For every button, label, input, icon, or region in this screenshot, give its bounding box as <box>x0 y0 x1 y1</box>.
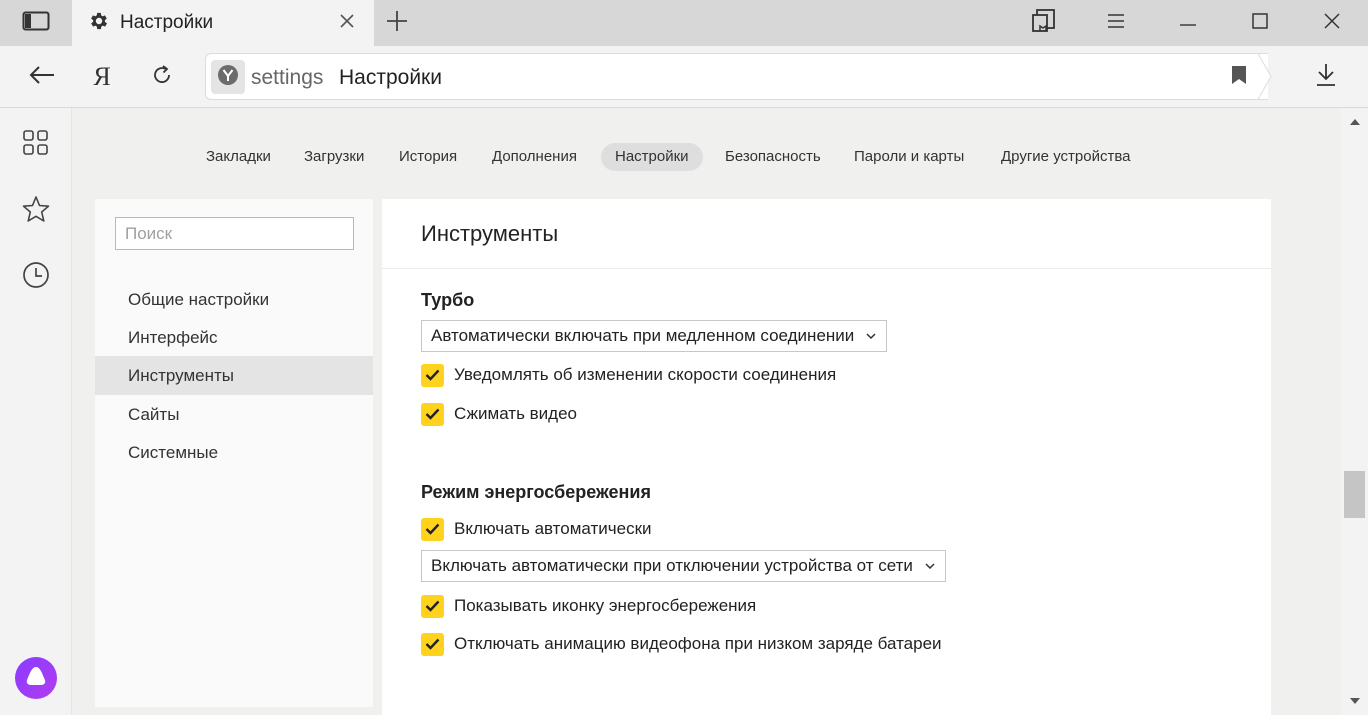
turbo-mode-value: Автоматически включать при медленном сое… <box>431 326 855 345</box>
scroll-up-button[interactable] <box>1347 113 1363 129</box>
checkbox-label: Включать автоматически <box>454 519 652 538</box>
compress-video-checkbox[interactable]: Сжимать видео <box>421 402 577 426</box>
address-bar-arrow <box>1256 53 1272 100</box>
grid-icon <box>23 129 49 161</box>
alice-icon <box>24 665 48 692</box>
checkbox-label: Уведомлять об изменении скорости соедине… <box>454 365 837 384</box>
notify-speed-change-checkbox[interactable]: Уведомлять об изменении скорости соедине… <box>421 363 836 387</box>
maximize-icon <box>1252 12 1268 34</box>
show-power-icon-checkbox[interactable]: Показывать иконку энергосбережения <box>421 594 756 618</box>
settings-search-input[interactable] <box>115 217 354 250</box>
sidebar-item-system[interactable]: Системные <box>95 433 373 472</box>
sidebar-item-sites[interactable]: Сайты <box>95 395 373 434</box>
window-close-icon <box>1324 12 1340 34</box>
url-page-title: Настройки <box>339 66 442 89</box>
turbo-heading: Турбо <box>421 290 475 310</box>
reload-icon <box>151 64 173 91</box>
power-saving-auto-checkbox[interactable]: Включать автоматически <box>421 517 652 541</box>
nav-extensions[interactable]: Дополнения <box>478 143 591 171</box>
page-scrollbar[interactable] <box>1341 109 1368 715</box>
active-tab[interactable]: Настройки <box>72 0 374 46</box>
triangle-down-icon <box>1350 692 1360 710</box>
title-bar: Настройки <box>0 0 1368 46</box>
chevron-down-icon <box>925 563 935 569</box>
sidebar-item-interface[interactable]: Интерфейс <box>95 318 373 357</box>
reload-button[interactable] <box>138 46 186 108</box>
yandex-home-button[interactable]: Я <box>78 46 126 108</box>
chevron-down-icon <box>866 333 876 339</box>
back-button[interactable] <box>18 46 66 108</box>
back-arrow-icon <box>29 65 55 90</box>
checkbox-label: Отключать анимацию видеофона при низком … <box>454 634 942 653</box>
checkbox-checked <box>421 402 444 426</box>
gear-icon <box>88 10 110 37</box>
collections-button[interactable] <box>1014 0 1074 46</box>
nav-history[interactable]: История <box>385 143 471 171</box>
bookmark-button[interactable] <box>1224 62 1254 92</box>
clock-icon <box>22 261 50 294</box>
disable-video-bg-animation-checkbox[interactable]: Отключать анимацию видеофона при низком … <box>421 632 942 656</box>
new-tab-button[interactable] <box>382 8 412 38</box>
toolbar: Я settings Настройки <box>0 46 1368 108</box>
power-saving-heading: Режим энергосбережения <box>421 482 651 502</box>
close-icon <box>340 13 354 33</box>
collections-icon <box>1031 8 1057 39</box>
settings-page: Закладки Загрузки История Дополнения Нас… <box>73 109 1341 715</box>
tab-title: Настройки <box>120 12 214 33</box>
nav-downloads[interactable]: Загрузки <box>290 143 378 171</box>
tabs-panel-button[interactable] <box>0 0 72 46</box>
nav-other-devices[interactable]: Другие устройства <box>987 143 1144 171</box>
checkbox-checked <box>421 363 444 387</box>
checkbox-checked <box>421 594 444 618</box>
power-saving-mode-value: Включать автоматически при отключении ус… <box>431 556 913 575</box>
minimize-icon <box>1180 14 1196 32</box>
settings-content-panel: Инструменты Турбо Автоматически включать… <box>382 199 1271 715</box>
title-divider <box>382 268 1271 269</box>
checkbox-label: Показывать иконку энергосбережения <box>454 596 757 615</box>
yandex-browser-icon <box>217 64 239 91</box>
star-icon <box>22 195 50 228</box>
nav-bookmarks[interactable]: Закладки <box>192 143 285 171</box>
close-window-button[interactable] <box>1302 0 1362 46</box>
services-button[interactable] <box>12 121 60 169</box>
power-saving-mode-select[interactable]: Включать автоматически при отключении ус… <box>421 550 946 582</box>
site-info-button[interactable] <box>211 60 245 94</box>
close-tab-button[interactable] <box>334 10 360 36</box>
nav-settings[interactable]: Настройки <box>601 143 703 171</box>
address-bar[interactable]: settings Настройки <box>205 53 1268 100</box>
maximize-button[interactable] <box>1230 0 1290 46</box>
history-panel-button[interactable] <box>12 253 60 301</box>
minimize-button[interactable] <box>1158 0 1218 46</box>
url-host: settings <box>251 66 324 89</box>
scroll-down-button[interactable] <box>1347 693 1363 709</box>
plus-icon <box>386 10 408 37</box>
checkbox-checked <box>421 632 444 656</box>
nav-passwords-cards[interactable]: Пароли и карты <box>840 143 978 171</box>
menu-icon <box>1107 13 1125 34</box>
checkbox-checked <box>421 517 444 541</box>
scroll-thumb[interactable] <box>1344 471 1365 518</box>
settings-top-nav: Закладки Загрузки История Дополнения Нас… <box>73 143 1341 173</box>
downloads-button[interactable] <box>1302 46 1350 108</box>
section-title: Инструменты <box>421 221 559 246</box>
side-rail <box>0 108 72 715</box>
tabs-panel-icon <box>22 11 50 36</box>
alice-button[interactable] <box>15 657 57 699</box>
checkbox-label: Сжимать видео <box>454 404 578 423</box>
triangle-up-icon <box>1350 112 1360 130</box>
yandex-letter: Я <box>93 62 111 91</box>
download-icon <box>1315 63 1337 92</box>
sidebar-item-general[interactable]: Общие настройки <box>95 280 373 319</box>
turbo-mode-select[interactable]: Автоматически включать при медленном сое… <box>421 320 888 352</box>
menu-button[interactable] <box>1086 0 1146 46</box>
nav-security[interactable]: Безопасность <box>711 143 835 171</box>
bookmark-icon <box>1231 65 1247 90</box>
sidebar-item-tools[interactable]: Инструменты <box>95 356 373 395</box>
settings-sidebar: Общие настройки Интерфейс Инструменты Са… <box>95 199 373 707</box>
bookmarks-panel-button[interactable] <box>12 187 60 235</box>
